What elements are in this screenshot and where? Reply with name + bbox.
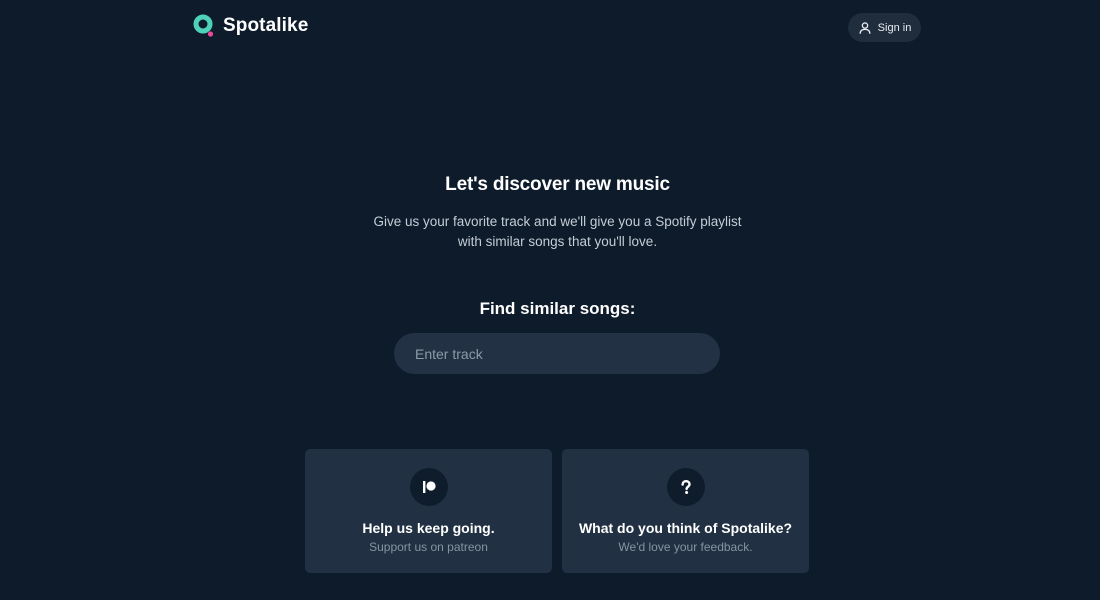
card-subtitle: We'd love your feedback. — [618, 540, 753, 554]
card-subtitle: Support us on patreon — [369, 540, 488, 554]
search-label: Find similar songs: — [479, 299, 636, 318]
page: Spotalike Sign in Let's discover new mus… — [0, 0, 1100, 600]
patreon-icon — [422, 481, 436, 493]
feedback-card[interactable]: What do you think of Spotalike? We'd lov… — [562, 449, 809, 573]
card-title: What do you think of Spotalike? — [578, 520, 793, 536]
user-icon — [859, 21, 871, 34]
question-icon — [680, 479, 691, 494]
page-title: Let's discover new music — [445, 174, 670, 195]
patreon-card[interactable]: Help us keep going. Support us on patreo… — [305, 449, 552, 573]
subtitle-line-1: Give us your favorite track and we'll gi… — [373, 214, 742, 229]
patreon-icon-badge — [409, 468, 448, 506]
subtitle-line-2: with similar songs that you'll love. — [457, 234, 658, 249]
app-name: Spotalike — [223, 15, 309, 36]
sign-in-button[interactable]: Sign in — [848, 13, 921, 42]
page-subtitle: Give us your favorite track and we'll gi… — [0, 212, 1100, 252]
logo[interactable]: Spotalike — [193, 14, 308, 38]
question-icon-badge — [666, 468, 705, 506]
spotalike-logo-icon — [193, 14, 214, 37]
sign-in-label: Sign in — [877, 21, 912, 34]
card-title: Help us keep going. — [362, 520, 495, 536]
track-search-input[interactable] — [394, 333, 720, 374]
